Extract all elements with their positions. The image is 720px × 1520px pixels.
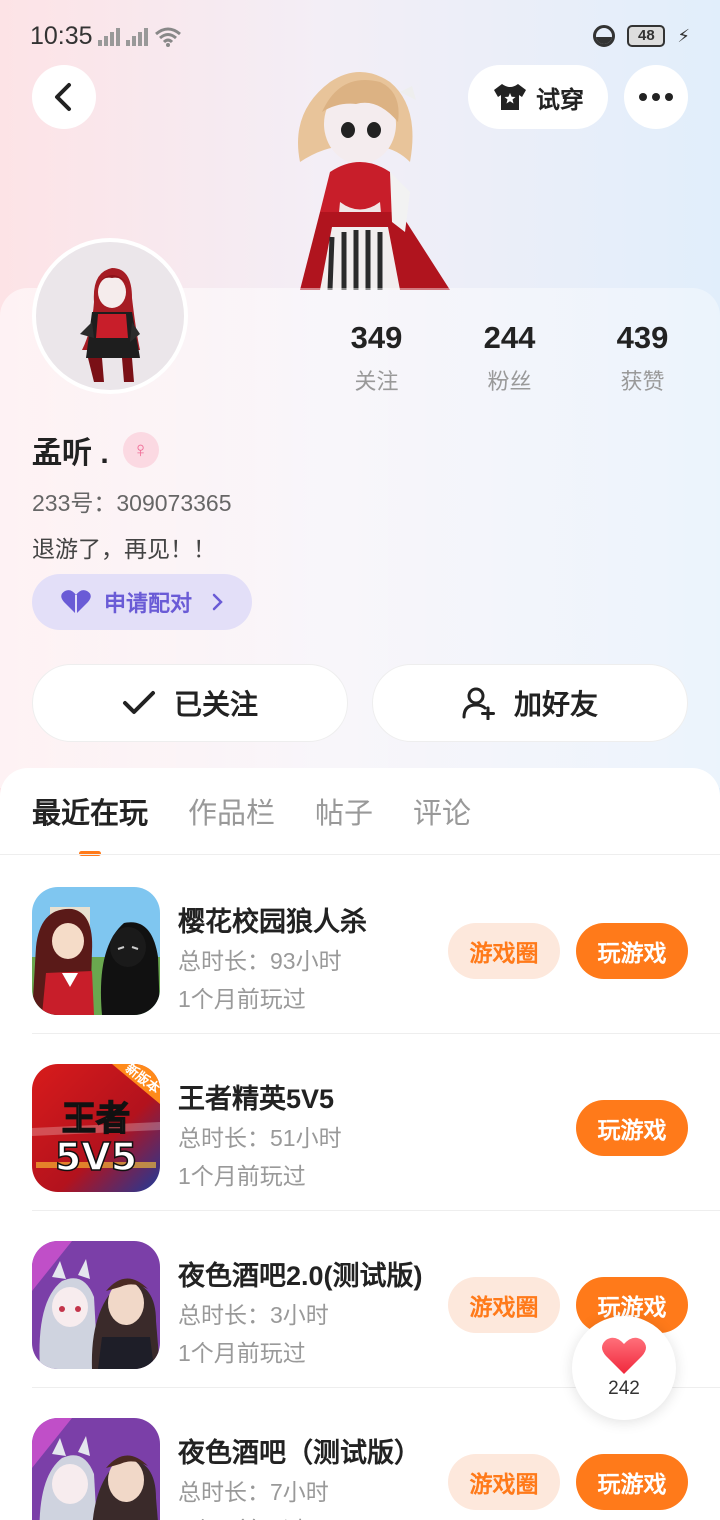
game-icon-subtitle: 5V5 xyxy=(55,1135,137,1179)
tabs-divider xyxy=(0,854,720,855)
chevron-right-icon xyxy=(212,593,223,611)
game-icon-night-bar-2 xyxy=(32,1241,160,1369)
request-pair-button[interactable]: 申请配对 xyxy=(32,574,252,630)
chevron-left-icon xyxy=(55,83,71,111)
request-pair-label: 申请配对 xyxy=(104,591,193,616)
female-gender-icon: ♀ xyxy=(122,432,159,468)
game-last-played: 1个月前玩过 xyxy=(178,986,306,1012)
profile-stats: 349 关注 244 粉丝 439 获赞 xyxy=(310,318,710,396)
game-duration: 总时长：7小时 xyxy=(178,1479,329,1505)
avatar[interactable] xyxy=(32,238,188,394)
signal-icon xyxy=(98,26,120,46)
game-duration: 总时长：93小时 xyxy=(178,948,342,974)
user-bio: 退游了，再见！！ xyxy=(32,536,216,562)
game-last-played: 1个月前玩过 xyxy=(178,1511,306,1520)
game-circle-button[interactable]: 游戏圈 xyxy=(448,923,560,979)
game-icon-wangzhe-5v5: 王者 5V5 新版本 xyxy=(32,1064,160,1192)
stat-label: 获赞 xyxy=(620,369,665,394)
game-circle-button[interactable]: 游戏圈 xyxy=(448,1454,560,1510)
list-item[interactable]: 王者 5V5 新版本 王者精英5V5 总时长：51小时 1个月前玩过 玩游戏 xyxy=(0,1033,720,1210)
check-icon xyxy=(122,691,155,714)
game-icon-night-bar xyxy=(32,1418,160,1520)
tab-posts[interactable]: 帖子 xyxy=(315,790,373,856)
avatar-character-figure xyxy=(298,72,450,290)
game-name: 夜色酒吧2.0(测试版) xyxy=(178,1261,423,1291)
tshirt-icon xyxy=(494,84,526,110)
more-options-button[interactable] xyxy=(624,65,688,129)
game-last-played: 1个月前玩过 xyxy=(178,1163,306,1189)
username-row: 孟听 . ♀ xyxy=(32,428,159,472)
add-friend-button[interactable]: 加好友 xyxy=(372,664,688,742)
try-on-label: 试穿 xyxy=(536,86,584,114)
battery-icon: 48 xyxy=(627,25,666,47)
followed-button[interactable]: 已关注 xyxy=(32,664,348,742)
game-duration: 总时长：51小时 xyxy=(178,1125,342,1151)
game-name: 王者精英5V5 xyxy=(178,1084,335,1114)
game-list: 樱花校园狼人杀 总时长：93小时 1个月前玩过 游戏圈 玩游戏 王者 5V5 新… xyxy=(0,856,720,1520)
add-user-icon xyxy=(462,687,495,720)
charging-icon: ⚡ xyxy=(677,25,690,46)
game-icon-title: 王者 xyxy=(62,1099,130,1139)
play-game-button[interactable]: 玩游戏 xyxy=(576,923,688,979)
stat-value: 349 xyxy=(350,320,403,355)
avatar-image xyxy=(80,268,140,382)
tab-comments[interactable]: 评论 xyxy=(413,790,471,856)
try-on-button[interactable]: 试穿 xyxy=(468,65,608,129)
game-name: 樱花校园狼人杀 xyxy=(178,907,367,937)
followed-label: 已关注 xyxy=(173,689,258,720)
stat-value: 244 xyxy=(483,320,536,355)
heart-icon xyxy=(602,1337,646,1374)
stat-label: 粉丝 xyxy=(487,369,532,394)
stat-likes[interactable]: 439 获赞 xyxy=(576,318,709,396)
like-button[interactable]: 242 xyxy=(572,1316,676,1420)
game-last-played: 1个月前玩过 xyxy=(178,1340,306,1366)
list-item[interactable]: 樱花校园狼人杀 总时长：93小时 1个月前玩过 游戏圈 玩游戏 xyxy=(0,856,720,1033)
status-right: 48 ⚡ xyxy=(593,25,690,47)
user-id: 233号：309073365 xyxy=(32,490,232,516)
status-time: 10:35 xyxy=(30,22,93,50)
stat-following[interactable]: 349 关注 xyxy=(310,318,443,396)
heart-pair-icon xyxy=(61,590,91,614)
stat-value: 439 xyxy=(616,320,669,355)
stat-fans[interactable]: 244 粉丝 xyxy=(443,318,576,396)
play-game-button[interactable]: 玩游戏 xyxy=(576,1454,688,1510)
username: 孟听 . xyxy=(32,437,109,470)
game-circle-button[interactable]: 游戏圈 xyxy=(448,1277,560,1333)
tab-works[interactable]: 作品栏 xyxy=(188,790,275,856)
wifi-icon xyxy=(155,27,181,47)
stat-label: 关注 xyxy=(354,369,399,394)
data-saver-icon xyxy=(593,25,616,47)
signal-icons xyxy=(98,26,182,48)
add-friend-label: 加好友 xyxy=(513,689,598,720)
game-name: 夜色酒吧（测试版） xyxy=(178,1438,421,1468)
profile-tabs: 最近在玩 作品栏 帖子 评论 xyxy=(32,790,471,856)
game-icon-sakura-werewolf xyxy=(32,887,160,1015)
like-count: 242 xyxy=(608,1378,640,1399)
back-button[interactable] xyxy=(32,65,96,129)
play-game-button[interactable]: 玩游戏 xyxy=(576,1100,688,1156)
game-duration: 总时长：3小时 xyxy=(178,1302,329,1328)
signal-icon xyxy=(126,26,148,46)
tab-recently-played[interactable]: 最近在玩 xyxy=(32,790,148,856)
more-dots-icon xyxy=(639,93,647,101)
